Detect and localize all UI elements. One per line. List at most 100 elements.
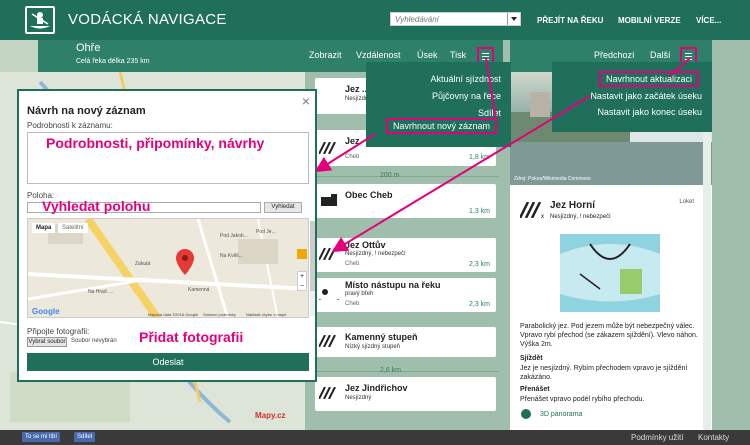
item-status: Nesjízdný, ! nebezpečí bbox=[345, 251, 406, 257]
zoom-controls[interactable]: + − bbox=[297, 271, 307, 291]
list-item[interactable]: Obec Cheb 1,3 km bbox=[315, 184, 496, 218]
toolbar-previous[interactable]: Předchozí bbox=[594, 50, 635, 60]
nav-more[interactable]: VÍCE... bbox=[696, 16, 721, 25]
google-logo: Google bbox=[32, 307, 60, 316]
item-name: Obec Cheb bbox=[345, 190, 393, 200]
detail-title: Jez Horní bbox=[550, 200, 596, 211]
list-item[interactable]: Jez Ottův Nesjízdný, ! nebezpečí Cheb 2,… bbox=[315, 238, 496, 272]
item-bank: pravý břeh bbox=[345, 291, 374, 297]
list-item[interactable]: Místo nástupu na řeku pravý břeh Cheb 2,… bbox=[315, 278, 496, 312]
details-annotation: Podrobnosti, připomínky, návrhy bbox=[46, 135, 265, 151]
list-item[interactable]: Jez Jindřichov Nesjízdný bbox=[315, 377, 496, 411]
section-portage-heading: Přenášet bbox=[520, 386, 550, 393]
nav-mobile-version[interactable]: MOBILNÍ VERZE bbox=[618, 16, 681, 25]
map-tab-map[interactable]: Mapa bbox=[32, 223, 56, 233]
panorama-icon bbox=[521, 409, 531, 419]
close-icon[interactable]: × bbox=[302, 93, 310, 109]
map-street-label: Na Hrad. ... bbox=[88, 289, 114, 295]
dialog-title: Návrh na nový záznam bbox=[27, 105, 146, 117]
detail-location: Loket bbox=[679, 199, 694, 205]
gap-distance: 2,6 km bbox=[380, 367, 402, 374]
section-run-heading: Sjíždět bbox=[520, 355, 543, 362]
menu-suggest-new-record[interactable]: Navrhnout nový záznam bbox=[385, 118, 497, 134]
item-bank: Cheb bbox=[345, 261, 360, 267]
item-distance: 2,3 km bbox=[468, 301, 490, 308]
menu-share[interactable]: Sdílet bbox=[478, 108, 501, 118]
item-distance: 1,3 km bbox=[468, 208, 490, 215]
item-bank: Cheb bbox=[345, 301, 360, 307]
app-title: VODÁCKÁ NAVIGACE bbox=[68, 11, 227, 28]
section-run-text: Jez je nesjízdný. Rybím přechodem vpravo… bbox=[520, 365, 688, 381]
chevron-down-icon[interactable] bbox=[507, 13, 520, 25]
map-terms-link[interactable]: Smluvní podmínky bbox=[203, 312, 236, 317]
file-status: Soubor nevybrán bbox=[71, 338, 117, 344]
menu-current-navigability[interactable]: Aktuální sjízdnost bbox=[430, 74, 501, 84]
section-portage-text: Přenášet vpravo podél rybího přechodu. bbox=[520, 396, 645, 403]
toolbar-section[interactable]: Úsek bbox=[417, 50, 438, 60]
footer: To se mi líbí Sdílet Podmínky užití Kont… bbox=[0, 430, 750, 445]
list-dropdown-menu: Aktuální sjízdnost Půjčovny na řece Sdíl… bbox=[366, 62, 511, 147]
submit-button[interactable]: Odeslat bbox=[27, 353, 309, 371]
search-box[interactable] bbox=[390, 12, 521, 26]
item-status: Nízký sjízdný stupeň bbox=[345, 344, 401, 350]
menu-rentals[interactable]: Půjčovny na řece bbox=[432, 91, 501, 101]
facebook-like-button[interactable]: To se mi líbí bbox=[22, 432, 61, 442]
nav-go-to-river[interactable]: PŘEJÍT NA ŘEKU bbox=[537, 16, 603, 25]
svg-text:x: x bbox=[541, 214, 544, 218]
search-input[interactable] bbox=[391, 13, 509, 25]
menu-suggest-update[interactable]: Navrhnout aktualizaci bbox=[598, 71, 699, 87]
facebook-share-button[interactable]: Sdílet bbox=[74, 432, 96, 442]
map-street-label: Kamenná bbox=[188, 287, 210, 293]
dialog-scrollbar[interactable] bbox=[310, 221, 315, 316]
weir-icon: x bbox=[520, 202, 544, 218]
details-label: Podrobnosti k záznamu: bbox=[27, 121, 113, 130]
logo-canoe-icon[interactable] bbox=[25, 6, 55, 34]
map-street-label: Pod Je... bbox=[256, 229, 276, 235]
weir-icon bbox=[319, 248, 336, 260]
item-name: Jez Ottův bbox=[345, 240, 386, 250]
divider bbox=[311, 371, 499, 372]
map-report-link[interactable]: Nahlásit chybu v mapě bbox=[246, 312, 286, 317]
photos-label: Připojte fotografii: bbox=[27, 327, 90, 336]
menu-set-section-start[interactable]: Nastavit jako začátek úseku bbox=[590, 91, 702, 101]
toolbar-distance[interactable]: Vzdálenost bbox=[356, 50, 401, 60]
weir-icon bbox=[319, 387, 336, 399]
mapy-logo: Mapy.cz bbox=[255, 411, 286, 420]
toolbar-print[interactable]: Tisk bbox=[450, 50, 466, 60]
map-street-label: Zakutá bbox=[135, 261, 151, 267]
weir-diagram-graphic bbox=[560, 243, 660, 302]
menu-set-section-end[interactable]: Nastavit jako konec úseku bbox=[597, 107, 702, 117]
new-record-dialog: × Návrh na nový záznam Podrobnosti k záz… bbox=[17, 89, 317, 382]
map-street-label: Pod Jakob... bbox=[220, 233, 248, 239]
street-view-icon[interactable] bbox=[297, 249, 307, 259]
contacts-link[interactable]: Kontakty bbox=[698, 433, 729, 442]
river-length: Celá řeka délka 235 km bbox=[76, 58, 150, 65]
toolbar-show[interactable]: Zobrazit bbox=[309, 50, 342, 60]
map-street-label: Na Kvěli... bbox=[220, 253, 243, 259]
detail-dropdown-menu: Navrhnout aktualizaci Nastavit jako začá… bbox=[552, 62, 712, 132]
item-status: Nesjízdný bbox=[345, 395, 372, 401]
divider bbox=[311, 176, 499, 177]
gap-distance: 200 m bbox=[380, 172, 400, 179]
list-item[interactable]: Kamenný stupeň Nízký sjízdný stupeň bbox=[315, 327, 496, 357]
weir-diagram[interactable] bbox=[560, 234, 660, 312]
toolbar-next[interactable]: Další bbox=[650, 50, 671, 60]
panorama-link[interactable]: 3D panorama bbox=[540, 411, 582, 418]
river-name: Ohře bbox=[76, 42, 101, 54]
item-distance: 2,3 km bbox=[468, 261, 490, 268]
item-name: Kamenný stupeň bbox=[345, 332, 418, 342]
map-tab-satellite[interactable]: Satelitní bbox=[58, 223, 88, 233]
weir-icon bbox=[319, 335, 336, 347]
photos-annotation: Přidat fotografii bbox=[139, 329, 244, 345]
item-name: Jez bbox=[345, 136, 360, 146]
detail-description: Parabolický jez. Pod jezem může být nebe… bbox=[520, 323, 698, 348]
location-search-button[interactable]: Vyhledat bbox=[264, 202, 302, 213]
put-in-icon bbox=[319, 289, 339, 300]
town-icon bbox=[321, 194, 337, 206]
terms-link[interactable]: Podmínky užití bbox=[631, 433, 683, 442]
choose-file-button[interactable]: Vybrat soubor bbox=[27, 337, 67, 347]
item-name: Jez Jindřichov bbox=[345, 383, 408, 393]
top-bar: VODÁCKÁ NAVIGACE PŘEJÍT NA ŘEKU MOBILNÍ … bbox=[0, 0, 750, 40]
item-bank: Cheb bbox=[345, 154, 360, 160]
location-map[interactable]: Mapa Satelitní Zakutá Pod Jakob... Na Kv… bbox=[27, 218, 309, 318]
